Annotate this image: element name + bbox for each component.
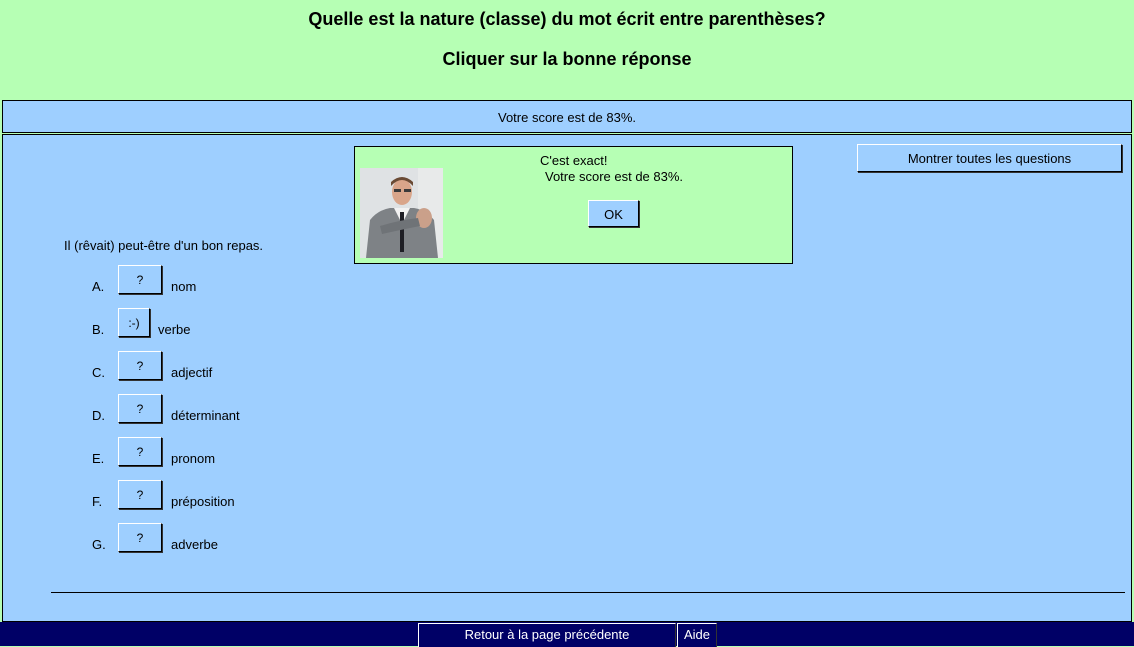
feedback-dialog: C'est exact! Votre score est de 83%. OK bbox=[354, 146, 793, 264]
option-label-d: déterminant bbox=[171, 408, 240, 423]
option-letter-a: A. bbox=[92, 279, 105, 294]
option-button-d[interactable]: ? bbox=[118, 394, 162, 423]
score-text: Votre score est de 83%. bbox=[497, 110, 637, 125]
feedback-message: C'est exact! bbox=[540, 153, 608, 168]
divider bbox=[51, 592, 1125, 593]
option-button-b[interactable]: :-) bbox=[118, 308, 150, 337]
header: Quelle est la nature (classe) du mot écr… bbox=[0, 0, 1134, 100]
option-label-b: verbe bbox=[158, 322, 191, 337]
option-letter-b: B. bbox=[92, 322, 105, 337]
option-button-a[interactable]: ? bbox=[118, 265, 162, 294]
option-label-g: adverbe bbox=[171, 537, 218, 552]
teacher-applauding-photo bbox=[360, 168, 443, 258]
help-link[interactable]: Aide bbox=[677, 623, 717, 647]
footer-nav: Retour à la page précédente Aide bbox=[0, 622, 1134, 647]
page-instruction: Cliquer sur la bonne réponse bbox=[442, 49, 692, 69]
option-label-c: adjectif bbox=[171, 365, 213, 380]
option-letter-g: G. bbox=[92, 537, 106, 552]
applause-image bbox=[360, 168, 443, 258]
score-bar: Votre score est de 83%. bbox=[2, 100, 1132, 133]
option-label-a: nom bbox=[171, 279, 197, 294]
question-text: Il (rêvait) peut-être d'un bon repas. bbox=[64, 238, 264, 253]
option-letter-d: D. bbox=[92, 408, 105, 423]
page-title: Quelle est la nature (classe) du mot écr… bbox=[308, 9, 826, 29]
feedback-score: Votre score est de 83%. bbox=[545, 169, 684, 184]
back-link[interactable]: Retour à la page précédente bbox=[418, 623, 676, 647]
option-button-g[interactable]: ? bbox=[118, 523, 162, 552]
option-label-f: préposition bbox=[171, 494, 235, 509]
option-label-e: pronom bbox=[171, 451, 216, 466]
option-button-e[interactable]: ? bbox=[118, 437, 162, 466]
option-letter-e: E. bbox=[92, 451, 105, 466]
option-button-f[interactable]: ? bbox=[118, 480, 162, 509]
ok-button[interactable]: OK bbox=[588, 200, 639, 227]
show-all-questions-button[interactable]: Montrer toutes les questions bbox=[857, 144, 1122, 172]
main-panel: C'est exact! Votre score est de 83%. OK … bbox=[2, 134, 1132, 622]
option-button-c[interactable]: ? bbox=[118, 351, 162, 380]
option-letter-c: C. bbox=[92, 365, 105, 380]
option-letter-f: F. bbox=[92, 494, 103, 509]
